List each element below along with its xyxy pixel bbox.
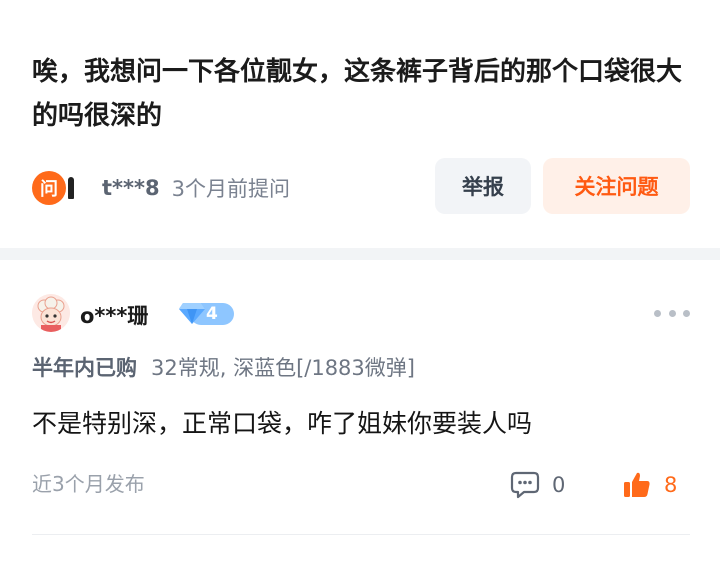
comment-icon bbox=[510, 471, 540, 499]
like-button[interactable]: 8 bbox=[622, 468, 677, 502]
purchase-info: 半年内已购 32常规, 深蓝色[/1883微弹] bbox=[32, 352, 415, 384]
answer-user-name[interactable]: o***珊 bbox=[80, 300, 148, 330]
level-badge: 4 bbox=[178, 300, 234, 326]
answer-text: 不是特别深，正常口袋，咋了姐妹你要装人吗 bbox=[32, 409, 533, 438]
asker-row: 问 t***8 3个月前提问 bbox=[32, 166, 290, 210]
sheep-avatar-icon bbox=[32, 294, 70, 332]
purchase-tag: 半年内已购 bbox=[32, 356, 137, 380]
ask-icon: 问 bbox=[32, 171, 74, 205]
report-button[interactable]: 举报 bbox=[435, 158, 531, 214]
asked-time: 3个月前提问 bbox=[171, 177, 290, 201]
asker-name[interactable]: t***8 bbox=[102, 176, 160, 200]
level-number: 4 bbox=[206, 304, 218, 324]
comment-button[interactable]: 0 bbox=[510, 468, 565, 502]
ask-icon-tail bbox=[68, 177, 74, 199]
thumbs-up-icon bbox=[624, 472, 650, 497]
more-icon[interactable] bbox=[654, 304, 690, 322]
like-count: 8 bbox=[664, 473, 678, 497]
section-divider bbox=[0, 248, 720, 260]
diamond-level-icon bbox=[179, 303, 205, 324]
ask-icon-label: 问 bbox=[40, 179, 58, 200]
product-spec: 32常规, 深蓝色[/1883微弹] bbox=[151, 356, 415, 380]
question-text: 唉，我想问一下各位靓女，这条裤子背后的那个口袋很大的吗很深的 bbox=[32, 57, 683, 131]
follow-question-button[interactable]: 关注问题 bbox=[543, 158, 690, 214]
post-time: 近3个月发布 bbox=[32, 472, 145, 496]
avatar[interactable] bbox=[32, 294, 70, 332]
bottom-divider bbox=[32, 534, 690, 535]
comment-count: 0 bbox=[552, 473, 566, 497]
